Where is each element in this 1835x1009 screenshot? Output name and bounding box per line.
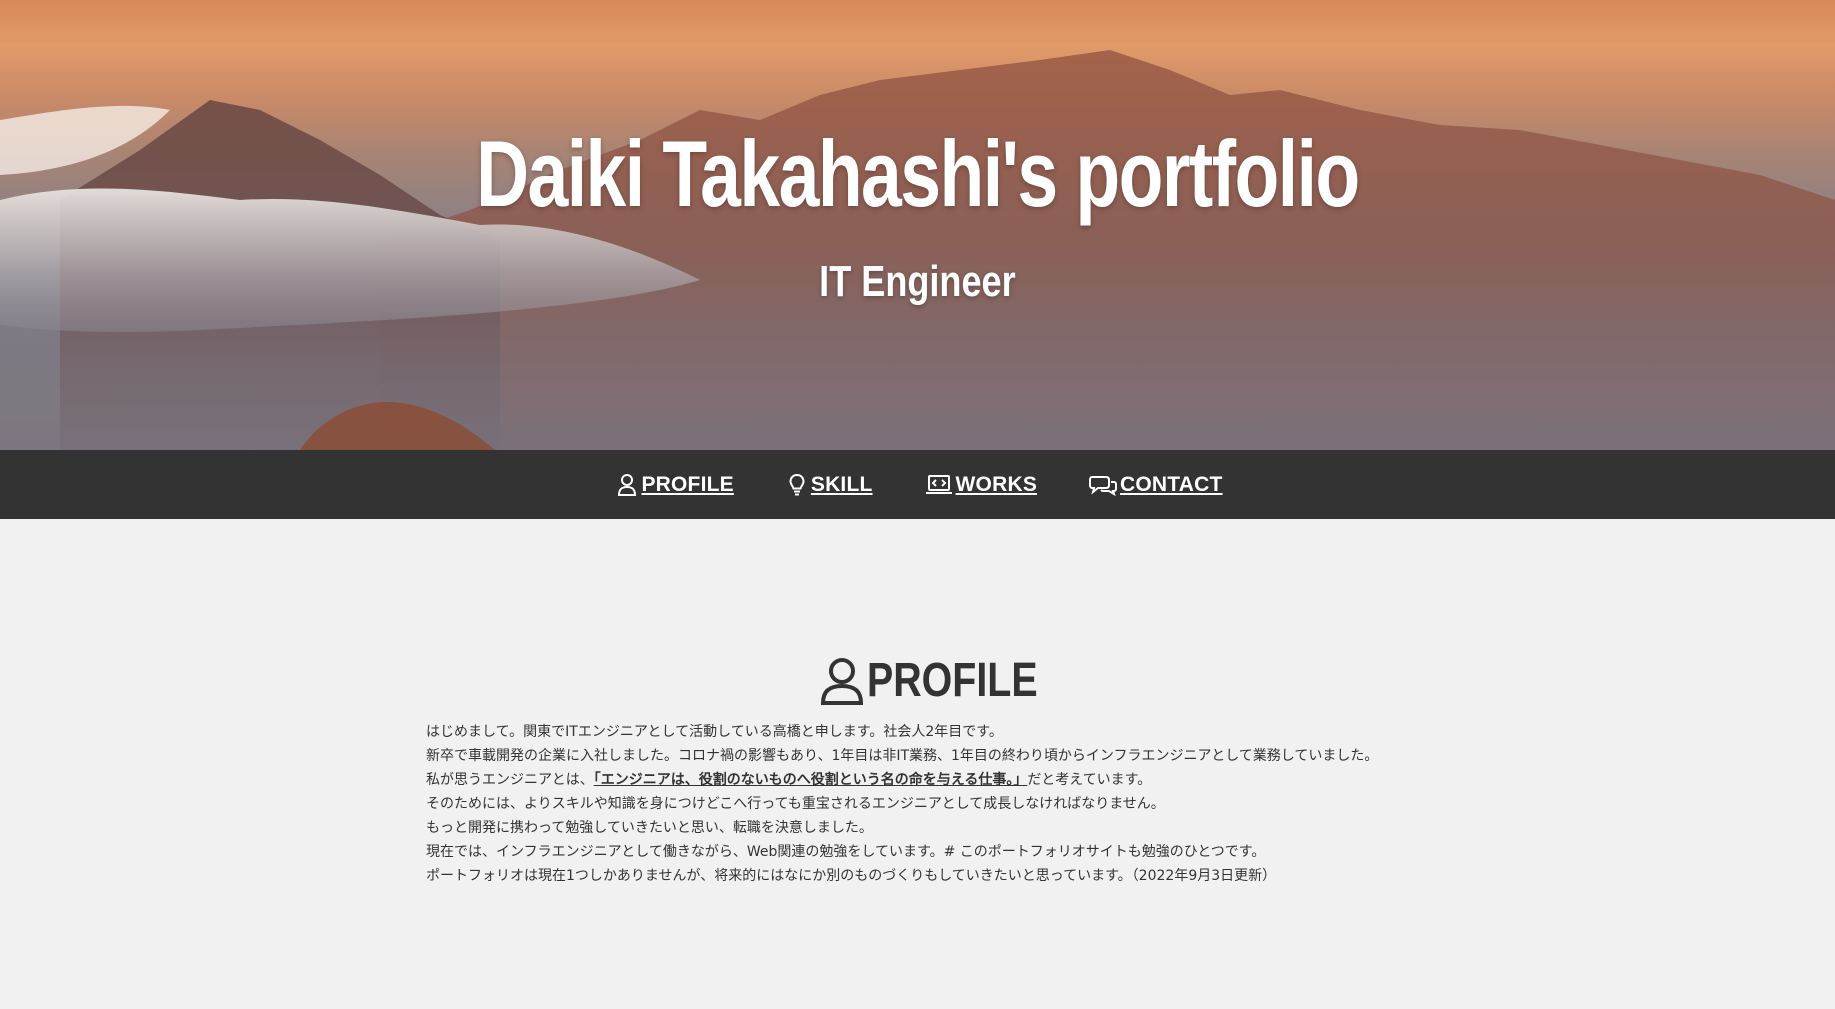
nav-link-skill[interactable]: SKILL <box>786 473 873 497</box>
profile-heading: PROFILE <box>0 653 1835 708</box>
profile-line: 新卒で車載開発の企業に入社しました。コロナ禍の影響もあり、1年目は非IT業務、1… <box>426 748 1379 764</box>
profile-line: もっと開発に携わって勉強していきたいと思い、転職を決意しました。 <box>426 820 873 836</box>
profile-heading-label: PROFILE <box>866 654 1038 707</box>
profile-line-part: 私が思うエンジニアとは、 <box>426 772 594 788</box>
profile-line: ポートフォリオは現在1つしかありませんが、将来的にはなにか別のものづくりもしてい… <box>426 868 1277 884</box>
profile-line: そのためには、よりスキルや知識を身につけどこへ行っても重宝されるエンジニアとして… <box>426 796 1165 812</box>
profile-line: 現在では、インフラエンジニアとして働きながら、Web関連の勉強をしています。# … <box>426 844 1266 860</box>
profile-text: はじめまして。関東でITエンジニアとして活動している高橋と申します。社会人2年目… <box>426 720 1426 888</box>
nav-list: PROFILE SKILL WORKS CONTACT <box>616 473 1222 497</box>
nav-link-profile[interactable]: PROFILE <box>616 472 734 497</box>
profile-section: PROFILE はじめまして。関東でITエンジニアとして活動している高橋と申しま… <box>0 519 1835 1009</box>
profile-line: 私が思うエンジニアとは、「エンジニアは、役割のないものへ役割という名の命を与える… <box>426 768 1426 792</box>
nav-link-profile-label: PROFILE <box>641 472 734 496</box>
nav-link-skill-label: SKILL <box>810 472 873 496</box>
chat-bubbles-icon <box>1089 474 1118 496</box>
person-icon <box>616 473 638 496</box>
profile-line-part: だと考えています。 <box>1027 772 1152 788</box>
site-subtitle: IT Engineer <box>819 257 1016 306</box>
engineer-quote: 「エンジニアは、役割のないものへ役割という名の命を与える仕事。」 <box>593 772 1028 788</box>
nav-link-works-label: WORKS <box>955 472 1038 496</box>
lightbulb-icon <box>786 473 808 496</box>
site-title: Daiki Takahashi's portfolio <box>476 121 1360 226</box>
nav-link-works[interactable]: WORKS <box>925 473 1038 497</box>
profile-line: はじめまして。関東でITエンジニアとして活動している高橋と申します。社会人2年目… <box>426 724 1003 740</box>
person-icon <box>820 657 863 705</box>
nav-link-contact-label: CONTACT <box>1120 472 1223 496</box>
main-navbar: PROFILE SKILL WORKS CONTACT <box>0 450 1835 519</box>
hero-banner: Daiki Takahashi's portfolio IT Engineer <box>0 0 1835 450</box>
laptop-code-icon <box>925 474 953 496</box>
nav-link-contact[interactable]: CONTACT <box>1089 473 1223 497</box>
